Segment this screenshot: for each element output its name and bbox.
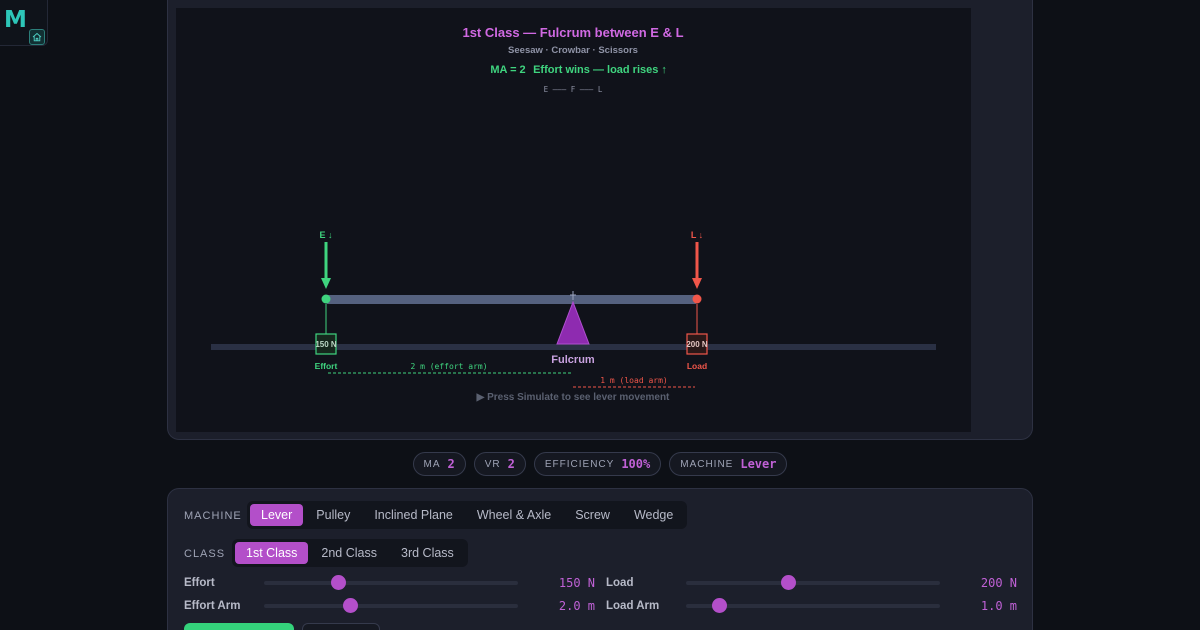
load-caption: Load xyxy=(687,361,707,371)
load-weight-label: 200 N xyxy=(686,340,708,349)
stat-machine-value: Lever xyxy=(740,457,777,471)
stat-ma: MA 2 xyxy=(412,452,466,476)
ma-text: MA = 2 xyxy=(490,64,525,76)
load-slider-label: Load xyxy=(606,577,634,589)
stat-vr-value: 2 xyxy=(507,457,515,471)
load-arrowhead xyxy=(692,278,702,289)
machine-tab-screw[interactable]: Screw xyxy=(564,504,621,526)
stat-machine-key: MACHINE xyxy=(680,458,734,470)
class-row-label: CLASS xyxy=(184,548,226,560)
home-icon xyxy=(32,32,42,42)
class-selector: 1st Class 2nd Class 3rd Class xyxy=(232,539,468,567)
class-tab-3rd[interactable]: 3rd Class xyxy=(390,542,465,564)
effort-arrowhead xyxy=(321,278,331,289)
lever-beam xyxy=(326,295,697,304)
load-arm-label: 1 m (load arm) xyxy=(600,376,667,385)
effort-slider-label: Effort xyxy=(184,577,215,589)
order-text: E ——— F ——— L xyxy=(544,85,603,94)
load-arm-slider-thumb[interactable] xyxy=(712,598,728,613)
load-slider-thumb[interactable] xyxy=(780,575,796,590)
class-tab-2nd[interactable]: 2nd Class xyxy=(310,542,388,564)
load-arm-slider-label: Load Arm xyxy=(606,600,660,612)
simulate-button[interactable] xyxy=(184,623,294,630)
effort-arm-label: 2 m (effort arm) xyxy=(410,362,487,371)
stat-vr: VR 2 xyxy=(473,452,526,476)
machine-tab-lever[interactable]: Lever xyxy=(250,504,304,526)
effort-arm-slider-thumb[interactable] xyxy=(343,598,359,613)
load-point xyxy=(692,294,702,304)
lever-diagram: 1st Class — Fulcrum between E & L Seesaw… xyxy=(211,25,936,403)
simulation-canvas: 1st Class — Fulcrum between E & L Seesaw… xyxy=(176,8,971,432)
machine-tab-wedge[interactable]: Wedge xyxy=(623,504,684,526)
load-slider[interactable] xyxy=(686,575,940,590)
stat-efficiency: EFFICIENCY 100% xyxy=(533,452,662,476)
fulcrum-triangle xyxy=(556,300,590,345)
machine-tab-inclined-plane[interactable]: Inclined Plane xyxy=(363,504,464,526)
effort-arm-value: 2.0 m xyxy=(558,599,595,613)
simulate-hint: ▶ Press Simulate to see lever movement xyxy=(476,392,670,403)
stats-bar: MA 2 VR 2 EFFICIENCY 100% MACHINE Lever xyxy=(0,452,1200,476)
stat-efficiency-value: 100% xyxy=(621,457,651,471)
effort-point xyxy=(321,294,331,304)
load-arrow-label: L ↓ xyxy=(691,230,703,240)
effort-weight-label: 150 N xyxy=(315,340,337,349)
effort-arm-slider[interactable] xyxy=(264,598,518,613)
simulation-panel: 1st Class — Fulcrum between E & L Seesaw… xyxy=(167,0,1033,440)
effort-arrow-label: E ↓ xyxy=(319,230,332,240)
load-arm-value: 1.0 m xyxy=(980,599,1017,613)
stat-ma-value: 2 xyxy=(447,457,455,471)
machine-selector: Lever Pulley Inclined Plane Wheel & Axle… xyxy=(247,501,688,529)
machine-row-label: MACHINE xyxy=(184,510,242,522)
effort-slider[interactable] xyxy=(264,575,518,590)
effort-slider-thumb[interactable] xyxy=(330,575,346,590)
stat-machine: MACHINE Lever xyxy=(669,452,788,476)
stat-efficiency-key: EFFICIENCY xyxy=(544,458,615,470)
logo-box: M xyxy=(0,0,48,46)
load-arm-slider[interactable] xyxy=(686,598,940,613)
class-tab-1st[interactable]: 1st Class xyxy=(235,542,309,564)
effort-value: 150 N xyxy=(558,576,595,590)
fulcrum-caption: Fulcrum xyxy=(551,354,595,366)
effort-caption: Effort xyxy=(315,361,338,371)
reset-button[interactable] xyxy=(302,623,380,630)
home-button[interactable] xyxy=(29,29,45,45)
machine-tab-wheel-axle[interactable]: Wheel & Axle xyxy=(466,504,562,526)
diagram-title: 1st Class — Fulcrum between E & L xyxy=(462,25,683,40)
result-text: Effort wins — load rises ↑ xyxy=(533,64,667,76)
app-logo: M xyxy=(4,7,27,33)
effort-arm-slider-label: Effort Arm xyxy=(184,600,241,612)
stat-ma-key: MA xyxy=(423,458,441,470)
control-panel: MACHINE Lever Pulley Inclined Plane Whee… xyxy=(167,488,1033,630)
stat-vr-key: VR xyxy=(484,458,501,470)
load-value: 200 N xyxy=(980,576,1017,590)
machine-tab-pulley[interactable]: Pulley xyxy=(305,504,361,526)
diagram-subtitle: Seesaw · Crowbar · Scissors xyxy=(508,45,638,56)
